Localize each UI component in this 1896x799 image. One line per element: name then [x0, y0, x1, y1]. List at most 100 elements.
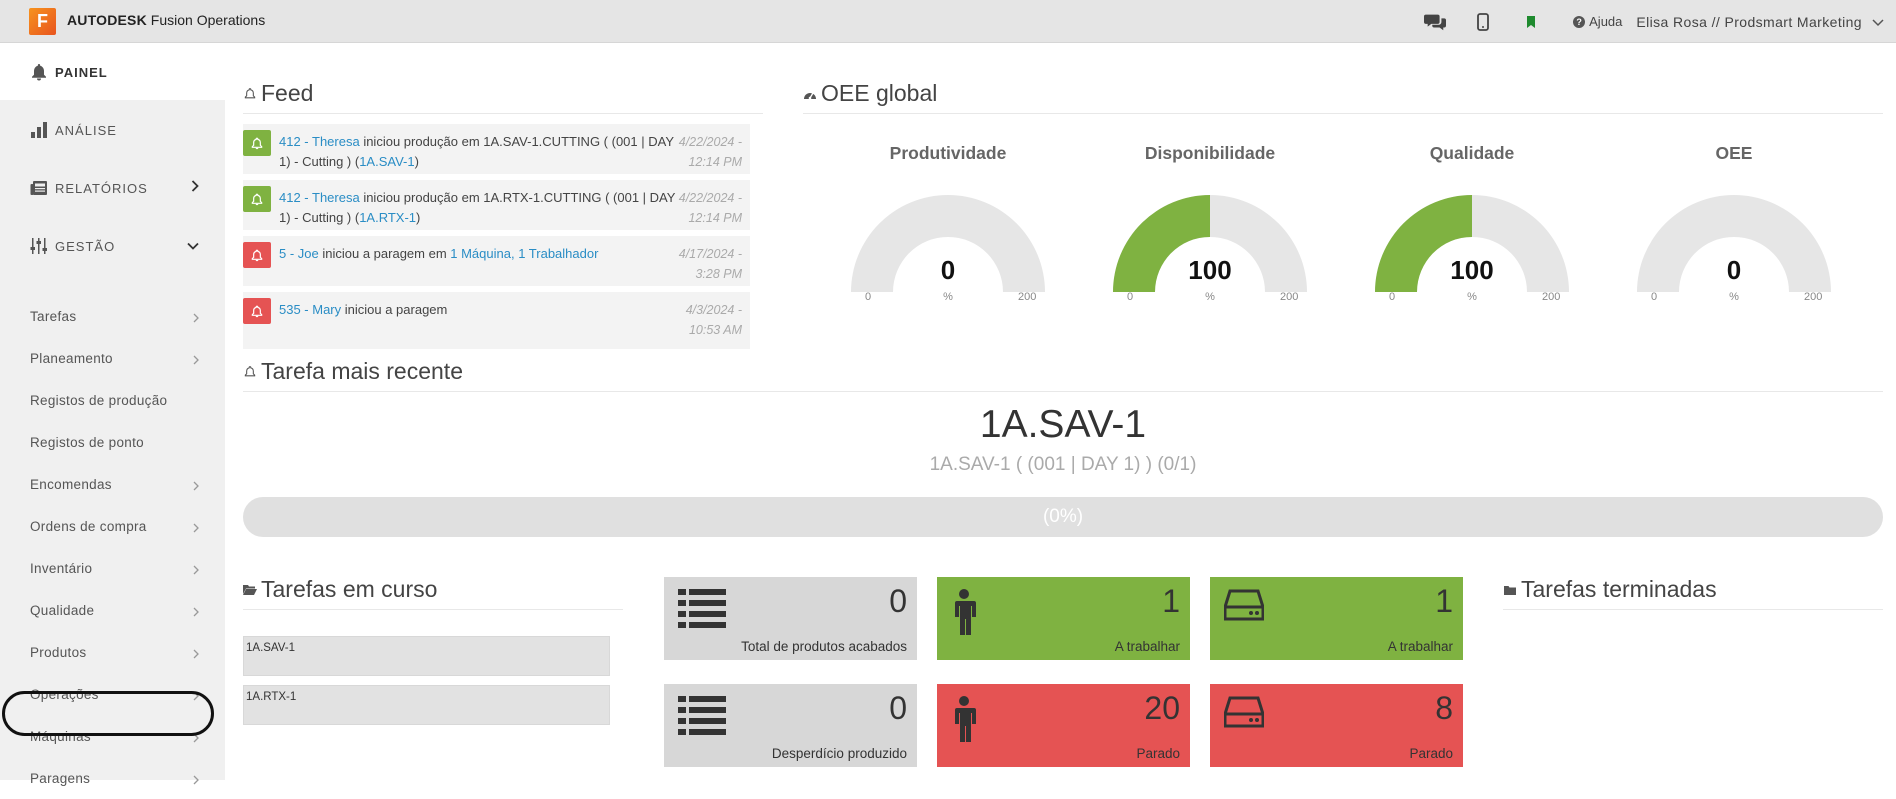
feed-text: 5 - Joe iniciou a paragem em 1 Máquina, … — [279, 244, 679, 264]
oee-title-text: OEE global — [821, 80, 938, 106]
stat-label: Total de produtos acabados — [741, 639, 907, 654]
recent-task-progress: (0%) — [243, 497, 1883, 537]
feed-list[interactable]: 412 - Theresa iniciou produção em 1A.SAV… — [243, 124, 750, 349]
bell-icon — [243, 365, 257, 379]
sidebar-item-relatorios[interactable]: RELATÓRIOS — [0, 159, 225, 217]
stat-label: Desperdício produzido — [771, 746, 907, 761]
stat-tile[interactable]: 1 A trabalhar — [1210, 577, 1463, 660]
gauge-title: Qualidade — [1429, 143, 1515, 163]
sidebar-item-painel[interactable]: PAINEL — [0, 43, 225, 101]
bell-icon — [243, 242, 271, 268]
feed-item: 5 - Joe iniciou a paragem em 1 Máquina, … — [243, 236, 750, 286]
user-menu[interactable]: Elisa Rosa // Prodsmart Marketing — [1636, 14, 1862, 30]
help-link[interactable]: ? Ajuda — [1573, 14, 1622, 29]
stat-value: 1 — [1435, 583, 1453, 619]
recent-task-name[interactable]: 1A.SAV-1 — [243, 403, 1883, 447]
feed-user-link[interactable]: 5 - Joe — [279, 246, 319, 261]
feed-date: 4/22/2024 - 12:14 PM — [678, 135, 742, 169]
feed-user-link[interactable]: 412 - Theresa — [279, 190, 360, 205]
feed-user-link[interactable]: 412 - Theresa — [279, 134, 360, 149]
fusion-logo[interactable]: F — [29, 8, 56, 35]
feed-divider — [243, 113, 763, 114]
feed-text-part: ) — [414, 154, 419, 169]
sidebar-item-registos-de-ponto[interactable]: Registos de ponto — [0, 421, 225, 463]
sidebar-item-label: Inventário — [30, 560, 93, 576]
progress-label: (0%) — [1042, 506, 1084, 527]
bookmark-icon[interactable] — [1520, 11, 1542, 33]
list-icon — [678, 589, 726, 634]
feed-date: 4/3/2024 - 10:53 AM — [685, 303, 742, 337]
sidebar-label-gestao: GESTÃO — [55, 238, 116, 254]
sidebar-item-label: Ordens de compra — [30, 518, 147, 534]
mobile-icon[interactable] — [1472, 11, 1494, 33]
sidebar-item-ordens-de-compra[interactable]: Ordens de compra — [0, 505, 225, 547]
chevron-right-icon — [193, 605, 199, 620]
sidebar-item-analise[interactable]: ANÁLISE — [0, 101, 225, 159]
recent-task-subtitle: 1A.SAV-1 ( (001 | DAY 1) ) (0/1) — [929, 454, 1197, 475]
sidebar-item-tarefas[interactable]: Tarefas — [0, 295, 225, 337]
sidebar-item-planeamento[interactable]: Planeamento — [0, 337, 225, 379]
top-bar: F AUTODESK Fusion Operations ? Ajuda Elis… — [0, 0, 1896, 43]
finished-title-text: Tarefas terminadas — [1521, 576, 1717, 602]
stat-tile[interactable]: 20 Parado — [937, 684, 1190, 767]
sidebar-item-encomendas[interactable]: Encomendas — [0, 463, 225, 505]
gauge-value: 100 — [1450, 255, 1494, 285]
folder-open-icon — [243, 583, 257, 597]
in-progress-task[interactable]: 1A.RTX-1 — [243, 685, 610, 725]
oee-gauge: OEE 0 0% 200 — [1634, 143, 1834, 303]
chat-icon[interactable] — [1424, 11, 1447, 33]
chevron-right-icon — [193, 647, 199, 662]
stat-tile[interactable]: 8 Parado — [1210, 684, 1463, 767]
sidebar-label-relatorios: RELATÓRIOS — [55, 180, 148, 196]
recent-title-text: Tarefa mais recente — [261, 358, 463, 384]
sidebar-item-label: Qualidade — [30, 602, 95, 618]
feed-target-link[interactable]: 1A.RTX-1 — [359, 210, 416, 225]
bell-icon — [243, 87, 257, 101]
in-progress-title: Tarefas em curso — [243, 576, 437, 603]
sidebar-item-label: Registos de ponto — [30, 434, 144, 450]
machine-icon — [1223, 696, 1265, 733]
sidebar-item-produtos[interactable]: Produtos — [0, 631, 225, 673]
feed-item: 412 - Theresa iniciou produção em 1A.SAV… — [243, 124, 750, 174]
bell-icon — [29, 62, 49, 82]
newspaper-icon — [29, 178, 49, 198]
bar-chart-icon — [29, 120, 49, 140]
folder-icon — [1503, 583, 1517, 597]
chevron-right-icon — [193, 479, 199, 494]
oee-divider — [803, 113, 1883, 114]
question-icon: ? — [1573, 15, 1586, 28]
sidebar-item-label: Registos de produção — [30, 392, 168, 408]
in-progress-task[interactable]: 1A.SAV-1 — [243, 636, 610, 676]
stat-label: A trabalhar — [1387, 639, 1453, 654]
feed-text-part: iniciou a paragem — [341, 302, 448, 317]
sidebar-item-gestao[interactable]: GESTÃO — [0, 217, 225, 275]
stat-tile[interactable]: 0 Desperdício produzido — [664, 684, 917, 767]
chevron-right-icon — [193, 773, 199, 788]
feed-target-link[interactable]: 1A.SAV-1 — [359, 154, 414, 169]
worker-icon — [951, 696, 977, 747]
stat-value: 8 — [1435, 690, 1453, 726]
stat-tile[interactable]: 0 Total de produtos acabados — [664, 577, 917, 660]
oee-title: OEE global — [803, 80, 937, 107]
stat-value: 1 — [1162, 583, 1180, 619]
dashboard-icon — [803, 87, 817, 101]
finished-title: Tarefas terminadas — [1503, 576, 1717, 603]
sidebar-item-label: Produtos — [30, 644, 87, 660]
feed-title: Feed — [243, 80, 313, 107]
sidebar-item-registos-de-producao[interactable]: Registos de produção — [0, 379, 225, 421]
gauge-value: 0 — [940, 255, 956, 285]
feed-target-link[interactable]: 1 Máquina, 1 Trabalhador — [450, 246, 598, 261]
feed-user-link[interactable]: 535 - Mary — [279, 302, 341, 317]
sidebar-item-paragens[interactable]: Paragens — [0, 757, 225, 799]
chevron-down-icon[interactable] — [1872, 14, 1884, 30]
in-progress-title-text: Tarefas em curso — [261, 576, 438, 602]
gauge-max: 200 — [1542, 291, 1561, 303]
feed-item: 412 - Theresa iniciou produção em 1A.RTX… — [243, 180, 750, 230]
chevron-right-icon — [193, 563, 199, 578]
sidebar-item-inventario[interactable]: Inventário — [0, 547, 225, 589]
sidebar-item-label: Tarefas — [30, 308, 77, 324]
gauge-max: 200 — [1804, 291, 1823, 303]
stat-tile[interactable]: 1 A trabalhar — [937, 577, 1190, 660]
sidebar-item-qualidade[interactable]: Qualidade — [0, 589, 225, 631]
recent-divider — [243, 391, 1883, 392]
